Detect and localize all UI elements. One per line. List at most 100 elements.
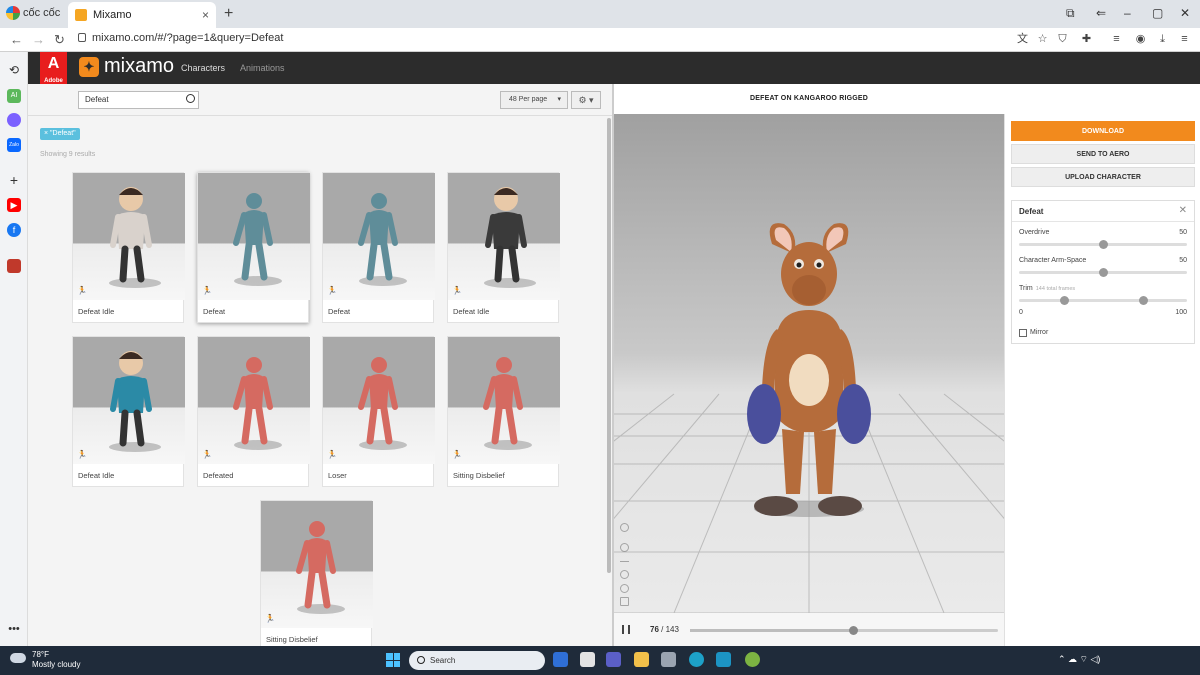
trim-end-handle[interactable]	[1139, 296, 1149, 305]
filter-tag[interactable]: × "Defeat"	[40, 128, 80, 140]
profile-icon[interactable]	[7, 259, 21, 273]
app-m-icon[interactable]	[716, 652, 731, 667]
timeline-slider[interactable]	[690, 626, 998, 635]
ai-icon[interactable]: AI	[7, 89, 21, 103]
windows-start-icon[interactable]	[386, 653, 400, 667]
pan-icon[interactable]	[620, 561, 629, 562]
app-name[interactable]: mixamo	[104, 55, 174, 78]
send-to-aero-button[interactable]: SEND TO AERO	[1011, 144, 1195, 164]
animation-thumbnail[interactable]: 🏃	[73, 337, 185, 464]
view-reset-icon[interactable]	[620, 523, 629, 532]
animation-card[interactable]: 🏃 Loser	[322, 336, 435, 487]
maximize-button[interactable]: ▢	[1152, 6, 1163, 20]
url-text: mixamo.com/#/?page=1&query=Defeat	[92, 32, 284, 44]
account-icon[interactable]: ◉	[1134, 33, 1147, 46]
add-icon[interactable]: +	[7, 173, 21, 187]
zalo-icon[interactable]: Zalo	[7, 138, 21, 152]
orbit-icon[interactable]	[620, 543, 629, 552]
store-icon[interactable]	[661, 652, 676, 667]
animation-thumbnail[interactable]: 🏃	[198, 173, 310, 300]
animation-label: Defeat Idle	[453, 307, 490, 316]
per-page-select[interactable]: 48 Per page ▾	[500, 91, 568, 109]
running-man-icon: 🏃	[452, 286, 462, 295]
mirror-checkbox[interactable]	[1019, 329, 1027, 337]
animation-card[interactable]: 🏃 Defeat Idle	[72, 336, 185, 487]
messenger-icon[interactable]	[7, 113, 21, 127]
reading-list-icon[interactable]: ≡	[1110, 33, 1123, 46]
animation-card[interactable]: 🏃 Defeat Idle	[447, 172, 560, 323]
tab-back-icon[interactable]: ⇐	[1096, 6, 1106, 20]
mixamo-logo-icon[interactable]: ✦	[79, 57, 99, 77]
trim-frames-note: 144 total frames	[1035, 286, 1076, 292]
history-icon[interactable]: ⟲	[7, 63, 21, 77]
animation-thumbnail[interactable]: 🏃	[323, 337, 435, 464]
arm-space-slider[interactable]	[1019, 268, 1187, 277]
3d-viewport[interactable]	[614, 114, 1004, 613]
nav-characters[interactable]: Characters	[181, 63, 225, 73]
edge-icon[interactable]	[689, 652, 704, 667]
trim-slider[interactable]	[1019, 296, 1187, 305]
reload-button[interactable]: ↻	[54, 32, 65, 48]
animation-card[interactable]: 🏃 Sitting Disbelief	[260, 500, 373, 651]
search-input[interactable]: Defeat	[78, 91, 199, 109]
animation-thumbnail[interactable]: 🏃	[73, 173, 185, 300]
tab-search-icon[interactable]: ⧉	[1066, 6, 1075, 21]
scrollbar[interactable]	[607, 118, 611, 573]
upload-character-button[interactable]: UPLOAD CHARACTER	[1011, 167, 1195, 187]
forward-button[interactable]: →	[32, 32, 45, 47]
bookmark-star-icon[interactable]: ☆	[1036, 33, 1049, 46]
widgets-icon[interactable]	[553, 652, 568, 667]
animation-thumbnail[interactable]: 🏃	[448, 337, 560, 464]
url-field[interactable]: mixamo.com/#/?page=1&query=Defeat	[78, 32, 283, 44]
coccoc-taskbar-icon[interactable]	[745, 652, 760, 667]
animation-label: Defeat	[203, 307, 226, 316]
menu-icon[interactable]: ≡	[1178, 33, 1191, 46]
translate-icon[interactable]: 文	[1016, 33, 1029, 46]
trim-start-handle[interactable]	[1060, 296, 1070, 305]
animation-thumbnail[interactable]: 🏃	[448, 173, 560, 300]
animation-card[interactable]: 🏃 Sitting Disbelief	[447, 336, 560, 487]
search-icon[interactable]	[186, 94, 195, 103]
back-button[interactable]: ←	[10, 32, 23, 47]
nav-animations[interactable]: Animations	[240, 63, 285, 73]
arm-space-handle[interactable]	[1099, 268, 1108, 277]
overdrive-slider[interactable]	[1019, 240, 1187, 249]
animation-browser: Defeat 48 Per page ▾ ⚙ ▾ × "Defeat" Show…	[28, 84, 613, 651]
animation-card[interactable]: 🏃 Defeat	[197, 172, 310, 323]
camera-icon[interactable]	[620, 597, 629, 606]
youtube-icon[interactable]: ▶	[7, 198, 21, 212]
animation-thumbnail[interactable]: 🏃	[198, 337, 310, 464]
animation-thumbnail[interactable]: 🏃	[261, 501, 373, 628]
shield-icon[interactable]: ⛉	[1056, 33, 1069, 46]
minimize-button[interactable]: –	[1124, 6, 1131, 20]
animation-card[interactable]: 🏃 Defeated	[197, 336, 310, 487]
download-button[interactable]: DOWNLOAD	[1011, 121, 1195, 141]
system-tray[interactable]: ⌃ ☁ ⌔ ◁)	[1058, 654, 1100, 665]
overdrive-handle[interactable]	[1099, 240, 1108, 249]
animation-thumbnail[interactable]: 🏃	[323, 173, 435, 300]
cloud-icon	[10, 653, 26, 663]
facebook-icon[interactable]: f	[7, 223, 21, 237]
zoom-icon[interactable]	[620, 570, 629, 579]
teams-icon[interactable]	[606, 652, 621, 667]
close-icon[interactable]: ✕	[1179, 205, 1187, 216]
more-icon[interactable]: •••	[7, 622, 21, 636]
download-icon[interactable]: ⤓	[1156, 33, 1169, 46]
close-window-button[interactable]: ✕	[1180, 6, 1190, 20]
tab-close-button[interactable]: ×	[202, 8, 209, 22]
settings-button[interactable]: ⚙ ▾	[571, 91, 601, 109]
taskbar-search[interactable]: Search	[409, 651, 545, 670]
file-explorer-icon[interactable]	[634, 652, 649, 667]
floor-grid	[614, 223, 1004, 613]
task-view-icon[interactable]	[580, 652, 595, 667]
animation-card[interactable]: 🏃 Defeat	[322, 172, 435, 323]
new-tab-button[interactable]: +	[224, 5, 233, 23]
browser-brand[interactable]: cốc cốc	[6, 6, 60, 20]
extensions-icon[interactable]: ✚	[1080, 33, 1093, 46]
animation-card[interactable]: 🏃 Defeat Idle	[72, 172, 185, 323]
pause-icon[interactable]	[622, 625, 630, 634]
browser-tab-bar: cốc cốc Mixamo × + ⧉ ⇐ – ▢ ✕	[0, 0, 1200, 28]
browser-tab-mixamo[interactable]: Mixamo ×	[68, 2, 216, 28]
rotate-icon[interactable]	[620, 584, 629, 593]
timeline-handle[interactable]	[849, 626, 859, 635]
